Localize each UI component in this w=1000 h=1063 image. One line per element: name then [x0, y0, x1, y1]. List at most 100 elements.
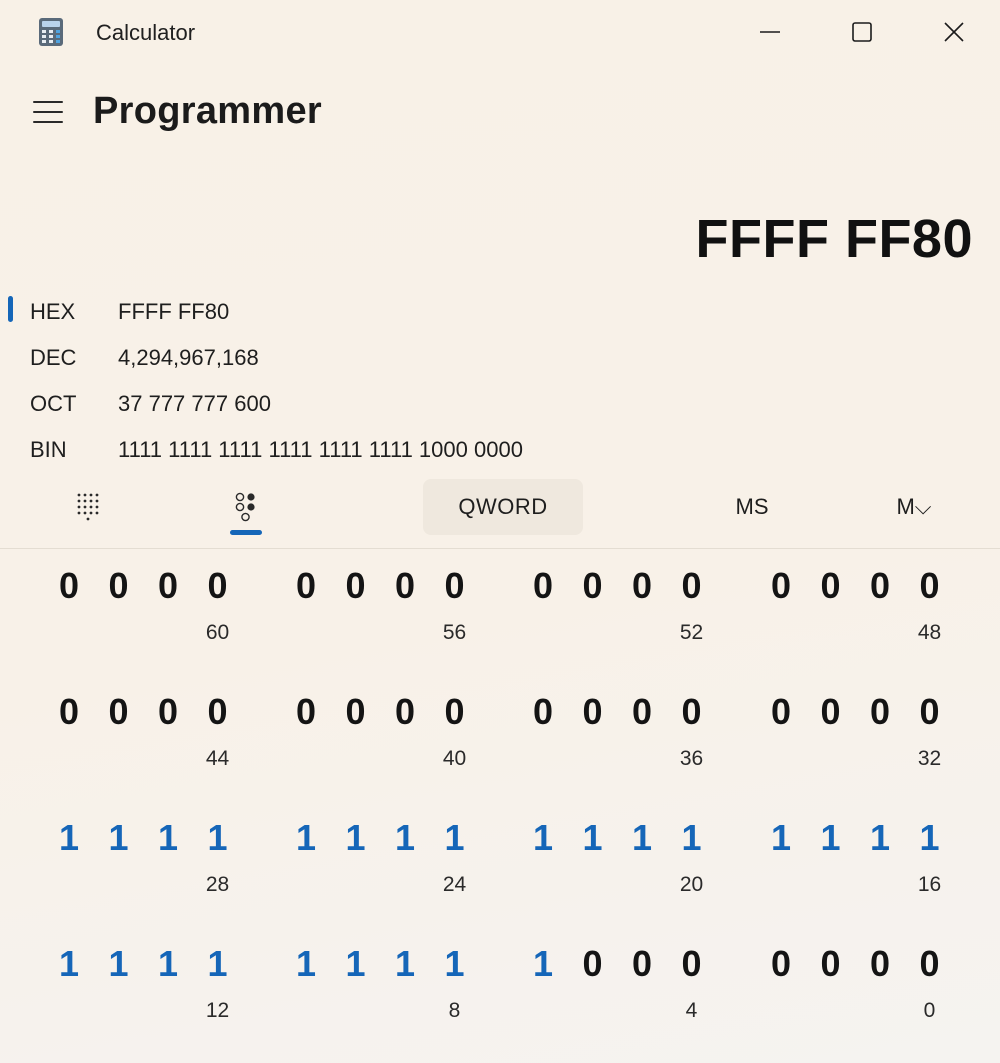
bit-toggle[interactable]: 0 — [435, 561, 475, 611]
bit-toggle[interactable]: 1 — [672, 813, 712, 863]
bit-toggle[interactable]: 0 — [49, 687, 89, 737]
bit-toggle[interactable]: 1 — [761, 813, 801, 863]
bit-toggle[interactable]: 0 — [910, 939, 950, 989]
bit-toggle[interactable]: 0 — [761, 561, 801, 611]
memory-list-button[interactable]: M⌵ — [880, 479, 948, 535]
bit-toggle[interactable]: 1 — [860, 813, 900, 863]
hamburger-icon[interactable] — [30, 96, 66, 128]
bit-toggle[interactable]: 0 — [435, 687, 475, 737]
bit-toggle[interactable]: 0 — [99, 687, 139, 737]
bit-toggle[interactable]: 0 — [523, 561, 563, 611]
bit-toggling-keypad-button[interactable] — [218, 479, 274, 535]
bit-toggle[interactable]: 0 — [672, 687, 712, 737]
radix-row-hex[interactable]: HEX FFFF FF80 — [0, 287, 1000, 331]
bit-toggle[interactable]: 0 — [860, 939, 900, 989]
bit-toggle[interactable]: 0 — [573, 561, 613, 611]
bit-position-label: 8 — [448, 999, 461, 1022]
bit-toggle[interactable]: 0 — [672, 561, 712, 611]
bit-toggle[interactable]: 1 — [286, 939, 326, 989]
bit-toggle[interactable]: 1 — [148, 939, 188, 989]
bit-toggle[interactable]: 1 — [523, 939, 563, 989]
bit-toggle[interactable]: 0 — [198, 687, 238, 737]
bit-toggle[interactable]: 1 — [336, 939, 376, 989]
bit-toggle[interactable]: 1 — [148, 813, 188, 863]
bit-toggle[interactable]: 0 — [198, 561, 238, 611]
bit-toggle[interactable]: 0 — [761, 687, 801, 737]
bit-toggle[interactable]: 1 — [49, 813, 89, 863]
result-display: FFFF FF80 — [695, 209, 973, 269]
bit-position-label: 4 — [685, 999, 698, 1022]
bit-toggle[interactable]: 1 — [435, 939, 475, 989]
radix-value: 1111 1111 1111 1111 1111 1111 1000 0000 — [118, 437, 523, 462]
window-title: Calculator — [96, 20, 196, 45]
memory-store-button[interactable]: MS — [716, 479, 788, 535]
bit-toggle[interactable]: 0 — [811, 939, 851, 989]
bit-toggle[interactable]: 1 — [910, 813, 950, 863]
bit-position-label: 24 — [442, 873, 467, 896]
bit-toggle[interactable]: 1 — [435, 813, 475, 863]
radix-row-bin[interactable]: BIN 1111 1111 1111 1111 1111 1111 1000 0… — [0, 425, 1000, 469]
bit-toggle[interactable]: 0 — [622, 939, 662, 989]
bit-toggle[interactable]: 0 — [672, 939, 712, 989]
maximize-button[interactable] — [816, 0, 908, 64]
maximize-icon — [852, 22, 872, 42]
bit-toggle[interactable]: 0 — [860, 687, 900, 737]
bit-toggle[interactable]: 1 — [385, 939, 425, 989]
radix-row-dec[interactable]: DEC 4,294,967,168 — [0, 333, 1000, 377]
bit-toggle[interactable]: 0 — [622, 687, 662, 737]
bit-toggle[interactable]: 0 — [336, 561, 376, 611]
radix-row-oct[interactable]: OCT 37 777 777 600 — [0, 379, 1000, 423]
bit-toggle[interactable]: 0 — [99, 561, 139, 611]
bit-toggle[interactable]: 0 — [811, 561, 851, 611]
bit-toggle[interactable]: 0 — [910, 561, 950, 611]
bit-position-label: 48 — [917, 621, 942, 644]
minimize-button[interactable] — [724, 0, 816, 64]
bit-toggle[interactable]: 1 — [198, 939, 238, 989]
bit-toggle[interactable]: 0 — [148, 561, 188, 611]
radix-value: 37 777 777 600 — [118, 391, 271, 416]
bit-toggle[interactable]: 1 — [49, 939, 89, 989]
bit-toggle[interactable]: 1 — [336, 813, 376, 863]
radix-label: DEC — [30, 345, 77, 370]
bit-toggle[interactable]: 0 — [573, 687, 613, 737]
bit-position-label: 36 — [679, 747, 704, 770]
selected-indicator — [8, 296, 13, 322]
bit-toggle[interactable]: 0 — [148, 687, 188, 737]
bit-position-label: 0 — [923, 999, 936, 1022]
bit-toggle[interactable]: 1 — [523, 813, 563, 863]
bit-toggle[interactable]: 0 — [523, 687, 563, 737]
bit-toggle[interactable]: 1 — [385, 813, 425, 863]
close-button[interactable] — [908, 0, 1000, 64]
bit-toggle[interactable]: 0 — [385, 687, 425, 737]
bit-toggle[interactable]: 0 — [860, 561, 900, 611]
selected-tab-indicator — [230, 530, 262, 535]
bit-position-label: 52 — [679, 621, 704, 644]
bit-toggle[interactable]: 1 — [99, 939, 139, 989]
bit-position-label: 16 — [917, 873, 942, 896]
bit-toggle[interactable]: 0 — [336, 687, 376, 737]
bit-position-label: 28 — [205, 873, 230, 896]
bit-toggle[interactable]: 0 — [286, 687, 326, 737]
bit-position-label: 40 — [442, 747, 467, 770]
bit-toggle[interactable]: 1 — [99, 813, 139, 863]
bit-toggle[interactable]: 1 — [811, 813, 851, 863]
bit-toggle[interactable]: 0 — [385, 561, 425, 611]
bit-toggling-keypad-icon — [235, 492, 255, 522]
bit-toggle[interactable]: 0 — [286, 561, 326, 611]
full-keypad-button[interactable] — [58, 479, 116, 535]
close-icon — [944, 22, 964, 42]
bit-position-label: 44 — [205, 747, 230, 770]
bit-toggle[interactable]: 1 — [198, 813, 238, 863]
word-size-button[interactable]: QWORD — [423, 479, 583, 535]
bit-toggle[interactable]: 0 — [573, 939, 613, 989]
bit-toggle[interactable]: 1 — [573, 813, 613, 863]
bit-toggle[interactable]: 0 — [910, 687, 950, 737]
bit-toggle[interactable]: 1 — [286, 813, 326, 863]
bit-toggle[interactable]: 1 — [622, 813, 662, 863]
bit-position-label: 20 — [679, 873, 704, 896]
bit-position-label: 12 — [205, 999, 230, 1022]
bit-toggle[interactable]: 0 — [622, 561, 662, 611]
bit-toggle[interactable]: 0 — [761, 939, 801, 989]
bit-toggle[interactable]: 0 — [811, 687, 851, 737]
bit-toggle[interactable]: 0 — [49, 561, 89, 611]
